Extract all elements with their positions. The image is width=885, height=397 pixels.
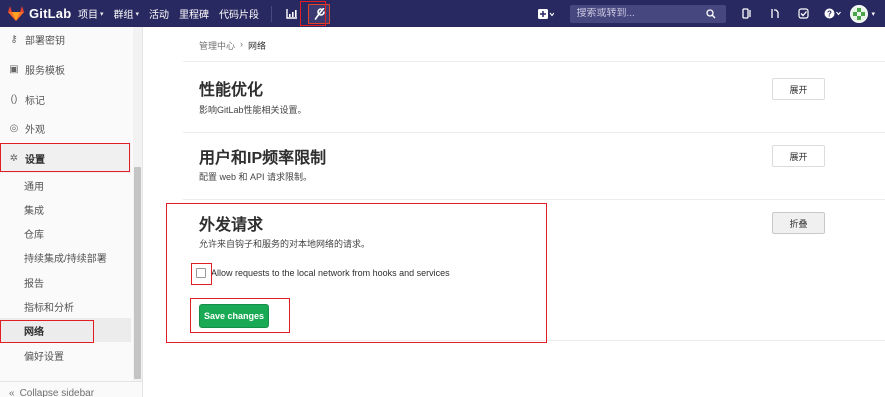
section-desc-performance: 影响GitLab性能相关设置。 <box>199 105 307 115</box>
sidebar-item-appearance[interactable]: ◎ 外观 <box>0 113 131 143</box>
scrollbar-thumb[interactable] <box>134 167 141 379</box>
todo-icon[interactable] <box>736 4 758 24</box>
allow-local-requests-label[interactable]: Allow requests to the local network from… <box>211 268 450 278</box>
sidebar-subitem-repository[interactable]: 仓库 <box>0 221 131 245</box>
nav-divider <box>271 5 273 22</box>
sidebar-subitem-network[interactable]: 网络 <box>0 318 131 342</box>
key-icon: ⚷ <box>10 33 18 45</box>
divider <box>183 340 885 341</box>
breadcrumb-current[interactable]: 网络 <box>248 39 266 52</box>
sidebar-subitem-ci-cd[interactable]: 持续集成/持续部署 <box>0 245 131 269</box>
merge-request-icon[interactable] <box>764 4 786 24</box>
chevron-down-icon[interactable]: ▾ <box>871 10 875 18</box>
expand-performance-button[interactable]: 展开 <box>772 78 825 100</box>
plus-icon[interactable] <box>534 4 558 24</box>
nav-projects[interactable]: 项目 ▾ <box>78 6 104 21</box>
section-title-rate-limits: 用户和IP频率限制 <box>199 150 327 167</box>
admin-wrench-icon[interactable] <box>308 3 331 24</box>
sidebar-item-service-templates[interactable]: ▣ 服务模板 <box>0 54 131 84</box>
section-title-outbound-requests: 外发请求 <box>199 217 264 234</box>
template-icon: ▣ <box>9 63 19 75</box>
nav-groups[interactable]: 群组 ▾ <box>114 6 140 21</box>
divider <box>183 61 885 62</box>
top-navbar: GitLab 项目▾ 群组▾ 活动 里程碑 代码片段 ? <box>0 0 885 27</box>
sidebar-subitem-metrics[interactable]: 指标和分析 <box>0 294 131 318</box>
sidebar-subitem-general[interactable]: 通用 <box>0 173 131 197</box>
sidebar-subitem-preferences[interactable]: 偏好设置 <box>0 343 131 367</box>
navbar-right: ? ▾ <box>534 4 885 24</box>
collapse-outbound-button[interactable]: 折叠 <box>772 212 825 234</box>
search-icon <box>706 8 716 18</box>
labels-icon: () <box>10 93 18 105</box>
breadcrumb: 管理中心 › 网络 <box>199 39 266 52</box>
search-box[interactable] <box>570 4 727 23</box>
section-title-performance: 性能优化 <box>199 82 264 99</box>
sidebar-subitem-reporting[interactable]: 报告 <box>0 270 131 294</box>
nav-snippets[interactable]: 代码片段 <box>219 6 259 21</box>
sidebar-item-labels[interactable]: () 标记 <box>0 84 131 114</box>
expand-rate-limits-button[interactable]: 展开 <box>772 145 825 167</box>
sidebar-item-settings[interactable]: ✲ 设置 <box>0 143 131 173</box>
section-desc-outbound-requests: 允许来自钩子和服务的对本地网络的请求。 <box>199 239 371 249</box>
admin-sidebar: ⚷ 部署密钥 ▣ 服务模板 () 标记 ◎ 外观 ✲ 设置 通用 集成 仓库 持… <box>0 27 143 397</box>
breadcrumb-admin-area[interactable]: 管理中心 <box>199 39 235 52</box>
main-content: 管理中心 › 网络 性能优化 影响GitLab性能相关设置。 展开 用户和IP频… <box>143 27 885 397</box>
sidebar-item-deploy-keys[interactable]: ⚷ 部署密钥 <box>0 24 131 54</box>
chart-icon[interactable] <box>280 4 302 24</box>
collapse-icon: « <box>9 388 15 397</box>
allow-local-requests-row[interactable]: Allow requests to the local network from… <box>196 268 450 278</box>
divider <box>183 132 885 133</box>
appearance-icon: ◎ <box>9 122 19 134</box>
issues-icon[interactable] <box>792 4 814 24</box>
divider <box>183 199 885 200</box>
section-desc-rate-limits: 配置 web 和 API 请求限制。 <box>199 172 313 182</box>
brand-name: GitLab <box>29 6 72 21</box>
collapse-sidebar-button[interactable]: « Collapse sidebar <box>0 381 142 397</box>
user-avatar[interactable] <box>850 4 869 23</box>
help-icon[interactable]: ? <box>820 4 844 24</box>
breadcrumb-separator: › <box>240 39 244 49</box>
sidebar-scrollbar[interactable] <box>133 27 142 381</box>
save-changes-button[interactable]: Save changes <box>199 304 269 328</box>
sidebar-subitem-integrations[interactable]: 集成 <box>0 197 131 221</box>
chevron-down-icon: ▾ <box>135 10 140 18</box>
gear-icon: ✲ <box>9 152 19 164</box>
nav-activity[interactable]: 活动 <box>149 6 169 21</box>
gitlab-home-link[interactable]: GitLab <box>8 6 78 21</box>
search-input[interactable] <box>576 8 707 19</box>
chevron-down-icon: ▾ <box>100 10 104 18</box>
nav-milestones[interactable]: 里程碑 <box>179 6 209 21</box>
svg-text:?: ? <box>827 9 832 18</box>
allow-local-requests-checkbox[interactable] <box>196 268 206 278</box>
gitlab-logo-icon <box>8 6 24 21</box>
